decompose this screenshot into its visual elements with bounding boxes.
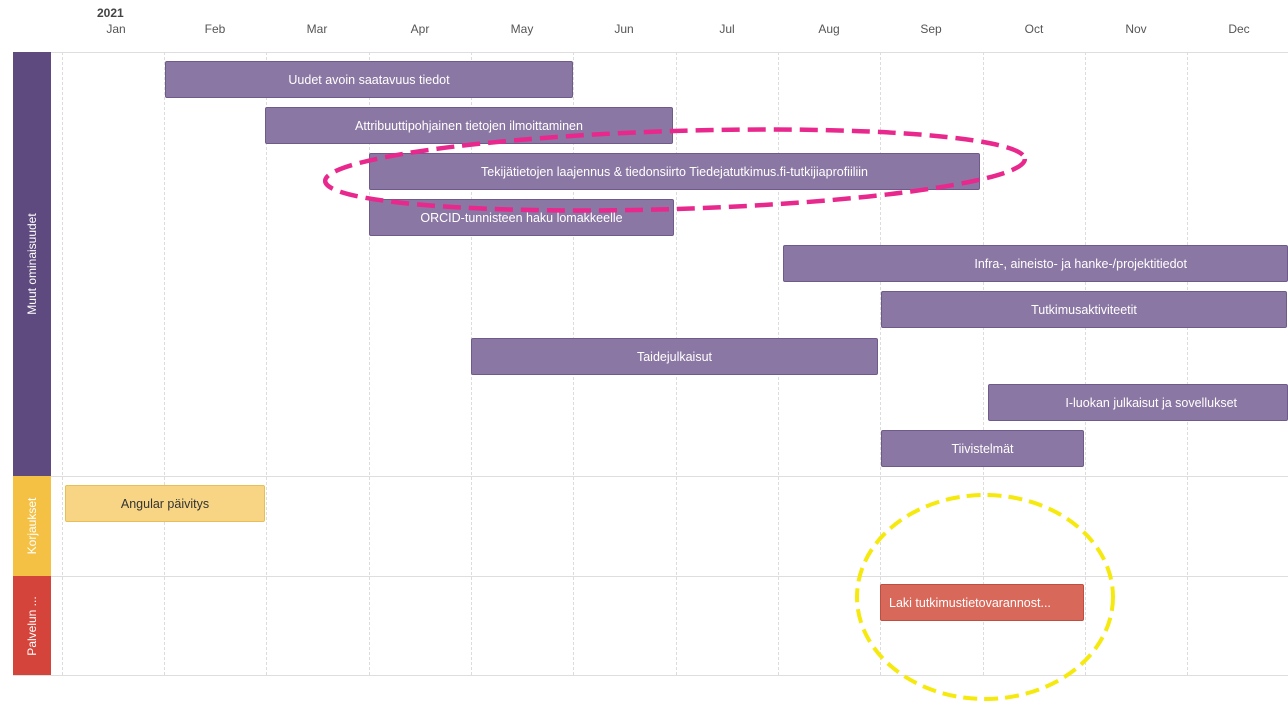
bar-label: Attribuuttipohjainen tietojen ilmoittami… (355, 118, 583, 133)
lane-palvelun[interactable]: Palvelun ... (13, 576, 51, 675)
month-sep: Sep (920, 22, 942, 36)
gridline (1187, 52, 1188, 675)
gridline (266, 52, 267, 675)
gridline (62, 52, 63, 675)
month-may: May (510, 22, 534, 36)
bar-taidejulkaisut[interactable]: Taidejulkaisut (471, 338, 878, 375)
month-jan: Jan (106, 22, 126, 36)
bar-label: Tekijätietojen laajennus & tiedonsiirto … (481, 164, 868, 179)
month-nov: Nov (1125, 22, 1147, 36)
gridline (369, 52, 370, 675)
bar-label: Taidejulkaisut (636, 349, 713, 364)
bar-angular-paivitys[interactable]: Angular päivitys (65, 485, 265, 522)
bar-label: Laki tutkimustietovarannost... (889, 595, 1051, 610)
month-dec: Dec (1228, 22, 1250, 36)
lane-label: Korjaukset (25, 497, 39, 555)
bar-orcid-haku[interactable]: ORCID-tunnisteen haku lomakkeelle (369, 199, 674, 236)
bar-label: Infra-, aineisto- ja hanke-/projektitied… (974, 256, 1187, 271)
bar-tutkimusaktiviteetit[interactable]: Tutkimusaktiviteetit (881, 291, 1287, 328)
lane-divider (13, 52, 1288, 53)
month-mar: Mar (306, 22, 328, 36)
month-jul: Jul (719, 22, 735, 36)
lane-label: Palvelun ... (25, 595, 39, 656)
month-aug: Aug (818, 22, 840, 36)
gridline (983, 52, 984, 675)
lane-divider (13, 576, 1288, 577)
month-apr: Apr (410, 22, 430, 36)
timeline-year: 2021 (97, 6, 124, 20)
month-jun: Jun (614, 22, 634, 36)
lane-korjaukset[interactable]: Korjaukset (13, 476, 51, 576)
bar-tiivistelmat[interactable]: Tiivistelmät (881, 430, 1084, 467)
bar-attribuuttipohjainen[interactable]: Attribuuttipohjainen tietojen ilmoittami… (265, 107, 673, 144)
bar-uudet-avoin-saatavuus[interactable]: Uudet avoin saatavuus tiedot (165, 61, 573, 98)
gridline (164, 52, 165, 675)
bar-label: Tiivistelmät (951, 441, 1014, 456)
bar-label: Angular päivitys (120, 496, 210, 511)
bar-infra-aineisto[interactable]: Infra-, aineisto- ja hanke-/projektitied… (783, 245, 1288, 282)
lane-muut-ominaisuudet[interactable]: Muut ominaisuudet (13, 52, 51, 476)
bar-laki-tutkimustietovarannosta[interactable]: Laki tutkimustietovarannost... (880, 584, 1084, 621)
gridline (880, 52, 881, 675)
bar-label: Uudet avoin saatavuus tiedot (288, 72, 450, 87)
bar-label: I-luokan julkaisut ja sovellukset (1065, 395, 1237, 410)
lane-label: Muut ominaisuudet (25, 213, 39, 315)
bar-i-luokan-julkaisut[interactable]: I-luokan julkaisut ja sovellukset (988, 384, 1288, 421)
bar-label: Tutkimusaktiviteetit (1031, 302, 1137, 317)
gridline (1085, 52, 1086, 675)
lane-divider (13, 476, 1288, 477)
month-feb: Feb (204, 22, 226, 36)
lane-divider (13, 675, 1288, 676)
bar-label: ORCID-tunnisteen haku lomakkeelle (420, 210, 623, 225)
month-oct: Oct (1024, 22, 1044, 36)
bar-tekijatietojen-laajennus[interactable]: Tekijätietojen laajennus & tiedonsiirto … (369, 153, 980, 190)
